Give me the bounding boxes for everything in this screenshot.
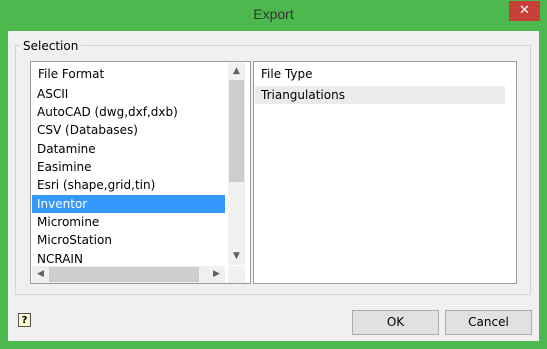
scroll-right-icon[interactable]: ▶ <box>208 266 225 283</box>
scroll-up-icon[interactable]: ▲ <box>228 63 245 80</box>
selection-label: Selection <box>20 39 82 53</box>
close-icon: ✕ <box>519 3 530 18</box>
list-item[interactable]: AutoCAD (dwg,dxf,dxb) <box>32 103 225 121</box>
list-item[interactable]: Datamine <box>32 140 225 158</box>
close-button[interactable]: ✕ <box>509 1 540 21</box>
help-icon[interactable]: ? <box>18 313 31 327</box>
vertical-scrollbar[interactable]: ▲ ▼ <box>228 63 245 265</box>
file-type-header: File Type <box>261 67 313 81</box>
file-format-list[interactable]: File Format ASCII AutoCAD (dwg,dxf,dxb) … <box>30 61 251 284</box>
list-item-selected[interactable]: Inventor <box>32 195 225 213</box>
list-item[interactable]: CSV (Databases) <box>32 121 225 139</box>
scroll-left-icon[interactable]: ◀ <box>32 266 49 283</box>
horizontal-scrollbar[interactable]: ◀ ▶ <box>32 266 225 283</box>
file-format-header: File Format <box>32 63 225 85</box>
ok-button[interactable]: OK <box>352 310 439 335</box>
file-format-items: ASCII AutoCAD (dwg,dxf,dxb) CSV (Databas… <box>32 85 225 265</box>
list-item[interactable]: Micromine <box>32 213 225 231</box>
horizontal-scroll-thumb[interactable] <box>49 267 199 282</box>
scroll-down-icon[interactable]: ▼ <box>228 248 245 265</box>
window-title: Export <box>253 6 294 22</box>
scrollbar-corner <box>228 266 245 283</box>
list-item[interactable]: MicroStation <box>32 231 225 249</box>
vertical-scroll-thumb[interactable] <box>229 80 244 182</box>
list-item[interactable]: Triangulations <box>255 86 505 104</box>
list-item[interactable]: NCRAIN <box>32 250 225 265</box>
export-dialog: Export ✕ Selection File Format ASCII Aut… <box>0 0 547 349</box>
list-item[interactable]: Esri (shape,grid,tin) <box>32 176 225 194</box>
title-bar[interactable]: Export ✕ <box>0 0 547 31</box>
list-item[interactable]: ASCII <box>32 85 225 103</box>
dialog-client-area: Selection File Format ASCII AutoCAD (dwg… <box>8 31 539 341</box>
cancel-button[interactable]: Cancel <box>445 310 532 335</box>
file-type-list[interactable]: File Type Triangulations <box>253 61 517 284</box>
list-item[interactable]: Easimine <box>32 158 225 176</box>
